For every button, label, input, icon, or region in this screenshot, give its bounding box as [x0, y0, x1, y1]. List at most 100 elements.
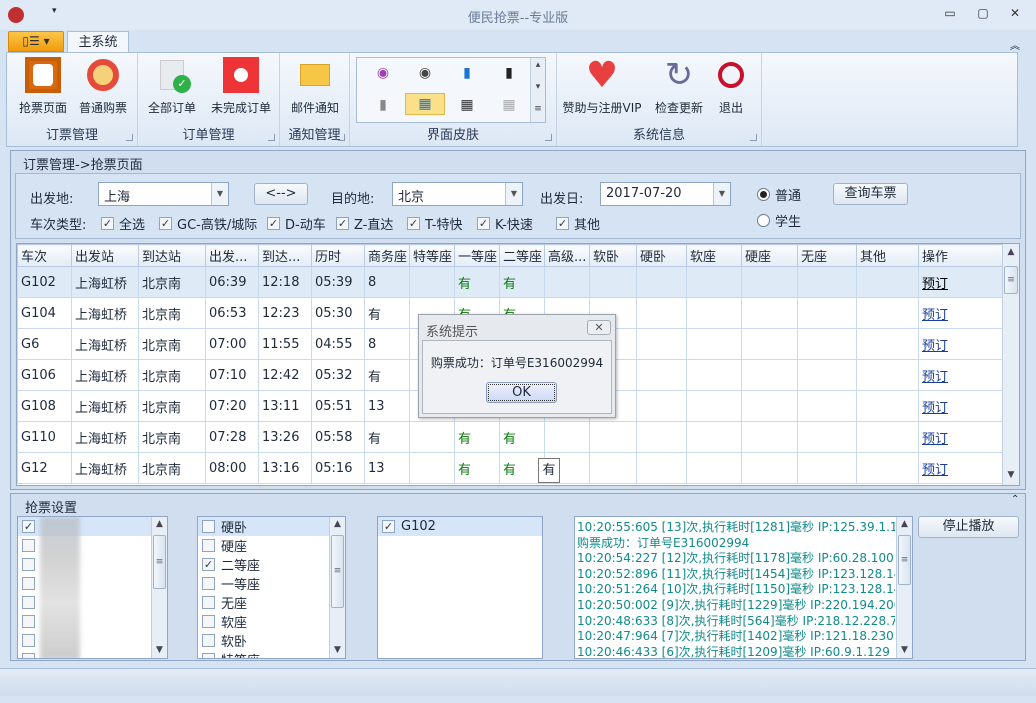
log-scrollbar[interactable]: ▲ ≡ ▼ [896, 517, 912, 658]
checkbox-unchecked-icon[interactable] [22, 653, 35, 658]
checkbox-unchecked-icon[interactable] [22, 615, 35, 628]
checkbox-unchecked-icon[interactable] [202, 577, 215, 590]
checkbox-unchecked-icon[interactable] [22, 558, 35, 571]
dark-tiles-skin-icon[interactable]: ▦ [447, 94, 487, 116]
normal-purchase-button[interactable]: 普通购票 [73, 57, 133, 116]
checkbox-unchecked-icon[interactable] [202, 615, 215, 628]
scroll-down-icon[interactable]: ▼ [330, 645, 345, 655]
list-item[interactable]: 硬卧 [198, 517, 345, 536]
date-picker[interactable]: 2017-07-20 ▼ [600, 182, 731, 206]
scroll-down-icon[interactable]: ▼ [1003, 470, 1019, 480]
app-menu-button[interactable]: ▯☰ ▾ [8, 31, 64, 52]
checkbox-unchecked-icon[interactable] [22, 577, 35, 590]
light-tiles-skin-icon[interactable]: ▦ [489, 94, 529, 116]
radio-normal[interactable]: 普通 [757, 185, 801, 204]
column-header[interactable]: 到达... [258, 244, 312, 267]
column-header[interactable]: 软卧 [589, 244, 637, 267]
gray-office-skin-icon[interactable]: ▮ [363, 94, 403, 116]
book-link[interactable]: 预订 [918, 421, 1003, 453]
restore-button[interactable]: ▢ [973, 6, 993, 22]
unfinished-orders-button[interactable]: 未完成订单 [204, 57, 278, 116]
dark-office-skin-icon[interactable]: ▮ [489, 62, 529, 84]
checkbox-unchecked-icon[interactable] [202, 520, 215, 533]
book-link[interactable]: 预订 [918, 359, 1003, 391]
checkbox-all[interactable]: ✓ 全选 [101, 214, 145, 233]
column-header[interactable]: 操作 [918, 244, 1003, 267]
list-item[interactable]: ✓ 二等座 [198, 555, 345, 574]
tab-main-system[interactable]: 主系统 [67, 31, 129, 53]
scroll-thumb[interactable]: ≡ [898, 535, 911, 585]
scroll-up-icon[interactable]: ▲ [1003, 247, 1019, 257]
checkbox-unchecked-icon[interactable] [22, 539, 35, 552]
seat-scrollbar[interactable]: ▲ ≡ ▼ [329, 517, 345, 658]
table-row[interactable]: G110 上海虹桥 北京南 07:28 13:26 05:58 有有有预订 [17, 421, 1003, 453]
passenger-scrollbar[interactable]: ▲ ≡ ▼ [151, 517, 167, 658]
to-combo[interactable]: 北京 ▼ [392, 182, 523, 206]
checkbox-z[interactable]: ✓ Z-直达 [336, 214, 393, 233]
checkbox-unchecked-icon[interactable] [22, 634, 35, 647]
dialog-launcher-icon[interactable] [545, 134, 552, 141]
list-item[interactable]: 软座 [198, 612, 345, 631]
from-combo[interactable]: 上海 ▼ [98, 182, 229, 206]
column-header[interactable]: 一等座 [454, 244, 500, 267]
column-header[interactable]: 商务座 [364, 244, 410, 267]
scroll-up-icon[interactable]: ▲ [330, 519, 345, 529]
checkbox-gc[interactable]: ✓ GC-高铁/城际 [159, 214, 257, 233]
query-tickets-button[interactable]: 查询车票 [833, 183, 908, 205]
checkbox-checked-icon[interactable]: ✓ [22, 520, 35, 533]
checkbox-other[interactable]: ✓ 其他 [556, 214, 600, 233]
column-header[interactable]: 特等座 [409, 244, 455, 267]
black-skin-icon[interactable]: ◉ [405, 62, 445, 84]
chevron-down-icon[interactable]: ▼ [211, 183, 228, 205]
grab-ticket-page-button[interactable]: 抢票页面 [13, 57, 73, 116]
list-item[interactable]: 特等座 [198, 650, 345, 658]
radio-student[interactable]: 学生 [757, 211, 801, 230]
exit-button[interactable]: 退出 [709, 57, 753, 116]
swap-button[interactable]: <--> [254, 183, 308, 205]
check-update-button[interactable]: ↻ 检查更新 [649, 55, 709, 116]
chevron-down-icon[interactable]: ▼ [713, 183, 730, 205]
table-scrollbar[interactable]: ▲ ≡ ▼ [1002, 244, 1019, 485]
scroll-down-icon[interactable]: ▼ [897, 645, 912, 655]
column-header[interactable]: 二等座 [499, 244, 545, 267]
list-item[interactable]: 软卧 [198, 631, 345, 650]
chevron-down-icon[interactable]: ▼ [505, 183, 522, 205]
dialog-launcher-icon[interactable] [268, 134, 275, 141]
gallery-more-icon[interactable]: ≡ [531, 104, 545, 114]
collapse-panel-icon[interactable]: ⌃ [1011, 494, 1019, 505]
sponsor-vip-button[interactable]: ♥ 赞助与注册VIP [559, 55, 645, 116]
minimize-button[interactable]: ▭ [940, 6, 960, 22]
checkbox-unchecked-icon[interactable] [202, 596, 215, 609]
checkbox-k[interactable]: ✓ K-快速 [477, 214, 533, 233]
column-header[interactable]: 硬座 [741, 244, 798, 267]
book-link[interactable]: 预订 [918, 328, 1003, 360]
checkbox-checked-icon[interactable]: ✓ [202, 558, 215, 571]
scroll-up-icon[interactable]: ▴ [531, 60, 545, 70]
column-header[interactable]: 无座 [797, 244, 857, 267]
column-header[interactable]: 车次 [17, 244, 72, 267]
dialog-launcher-icon[interactable] [126, 134, 133, 141]
checkbox-t[interactable]: ✓ T-特快 [407, 214, 462, 233]
blue-office-skin-icon[interactable]: ▮ [447, 62, 487, 84]
checkbox-unchecked-icon[interactable] [202, 653, 215, 658]
collapse-ribbon-icon[interactable]: ︽ [1010, 37, 1020, 52]
close-button[interactable]: ✕ [1005, 6, 1025, 22]
scroll-down-icon[interactable]: ▾ [531, 82, 545, 92]
skin-gallery-scrollbar[interactable]: ▴ ▾ ≡ [530, 58, 545, 122]
column-header[interactable]: 历时 [311, 244, 365, 267]
book-link[interactable]: 预订 [918, 452, 1003, 484]
column-header[interactable]: 出发站 [71, 244, 139, 267]
dialog-launcher-icon[interactable] [750, 134, 757, 141]
dialog-close-button[interactable]: ✕ [587, 320, 611, 335]
dialog-launcher-icon[interactable] [338, 134, 345, 141]
ok-button[interactable]: OK [486, 382, 557, 403]
column-header[interactable]: 到达站 [138, 244, 206, 267]
checkbox-unchecked-icon[interactable] [202, 634, 215, 647]
column-header[interactable]: 出发... [205, 244, 259, 267]
list-item[interactable]: 无座 [198, 593, 345, 612]
scroll-up-icon[interactable]: ▲ [152, 519, 167, 529]
book-link[interactable]: 预订 [918, 266, 1003, 298]
list-item[interactable]: 硬座 [198, 536, 345, 555]
column-header[interactable]: 软座 [686, 244, 742, 267]
scroll-down-icon[interactable]: ▼ [152, 645, 167, 655]
